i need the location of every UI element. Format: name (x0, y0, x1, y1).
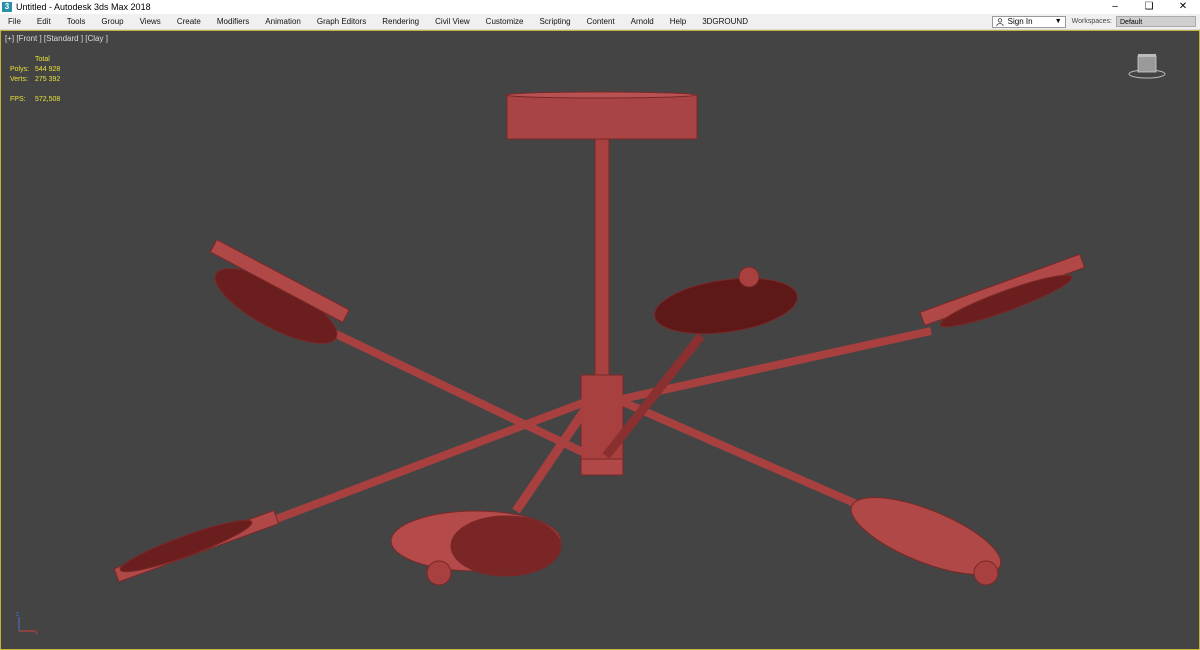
sign-in-label: Sign In (1007, 17, 1033, 26)
menu-arnold[interactable]: Arnold (623, 14, 662, 29)
chandelier-model (113, 91, 1086, 586)
menu-3dground[interactable]: 3DGROUND (694, 14, 756, 29)
menu-list: File Edit Tools Group Views Create Modif… (0, 14, 992, 29)
menu-scripting[interactable]: Scripting (531, 14, 578, 29)
menu-civil-view[interactable]: Civil View (427, 14, 478, 29)
menu-edit[interactable]: Edit (29, 14, 59, 29)
sign-in-button[interactable]: Sign In ▼ (991, 15, 1066, 28)
axis-tripod-icon: z x (16, 612, 38, 636)
window-controls: – ❏ ✕ (1098, 0, 1200, 14)
verts-value: 275 392 (35, 76, 61, 83)
menu-customize[interactable]: Customize (478, 14, 532, 29)
menu-content[interactable]: Content (579, 14, 623, 29)
verts-label: Verts: (10, 76, 28, 83)
menu-views[interactable]: Views (132, 14, 169, 29)
dropdown-arrow-icon: ▼ (1054, 18, 1062, 25)
minimize-icon[interactable]: – (1098, 0, 1132, 14)
workspaces-label: Workspaces: (1071, 18, 1112, 25)
stats-header-row: Total (10, 55, 60, 65)
stats-fps-row: FPS: 572,508 (10, 95, 60, 105)
3dsmax-app-icon: 3 (2, 2, 12, 12)
stats-total-header: Total (35, 56, 50, 63)
menu-help[interactable]: Help (662, 14, 694, 29)
fps-label: FPS: (10, 96, 26, 103)
menu-graph-editors[interactable]: Graph Editors (309, 14, 374, 29)
front-viewport[interactable]: [+] [Front ] [Standard ] [Clay ] Total P… (0, 30, 1200, 650)
workspaces-select[interactable]: Default (1116, 16, 1196, 27)
stats-verts-row: Verts: 275 392 (10, 75, 60, 85)
menu-animation[interactable]: Animation (257, 14, 309, 29)
polys-value: 544 928 (35, 66, 61, 73)
viewport-statistics: Total Polys: 544 928 Verts: 275 392 FPS: 57… (10, 55, 60, 105)
menu-modifiers[interactable]: Modifiers (209, 14, 257, 29)
menu-create[interactable]: Create (169, 14, 209, 29)
svg-text:x: x (35, 630, 38, 636)
viewcube-icon[interactable] (1127, 51, 1167, 81)
menu-bar: File Edit Tools Group Views Create Modif… (0, 14, 1200, 30)
window-title: Untitled - Autodesk 3ds Max 2018 (16, 2, 151, 12)
close-icon[interactable]: ✕ (1166, 0, 1200, 14)
fps-value: 572,508 (35, 96, 61, 103)
menu-file[interactable]: File (0, 14, 29, 29)
polys-label: Polys: (10, 66, 30, 73)
viewport-label[interactable]: [+] [Front ] [Standard ] [Clay ] (5, 34, 108, 43)
svg-text:z: z (16, 612, 19, 618)
user-icon (996, 17, 1004, 26)
menu-group[interactable]: Group (93, 14, 131, 29)
stats-polys-row: Polys: 544 928 (10, 65, 60, 75)
menu-rendering[interactable]: Rendering (374, 14, 427, 29)
restore-icon[interactable]: ❏ (1132, 0, 1166, 14)
menu-tools[interactable]: Tools (59, 14, 94, 29)
title-bar: 3 Untitled - Autodesk 3ds Max 2018 – ❏ ✕ (0, 0, 1200, 14)
